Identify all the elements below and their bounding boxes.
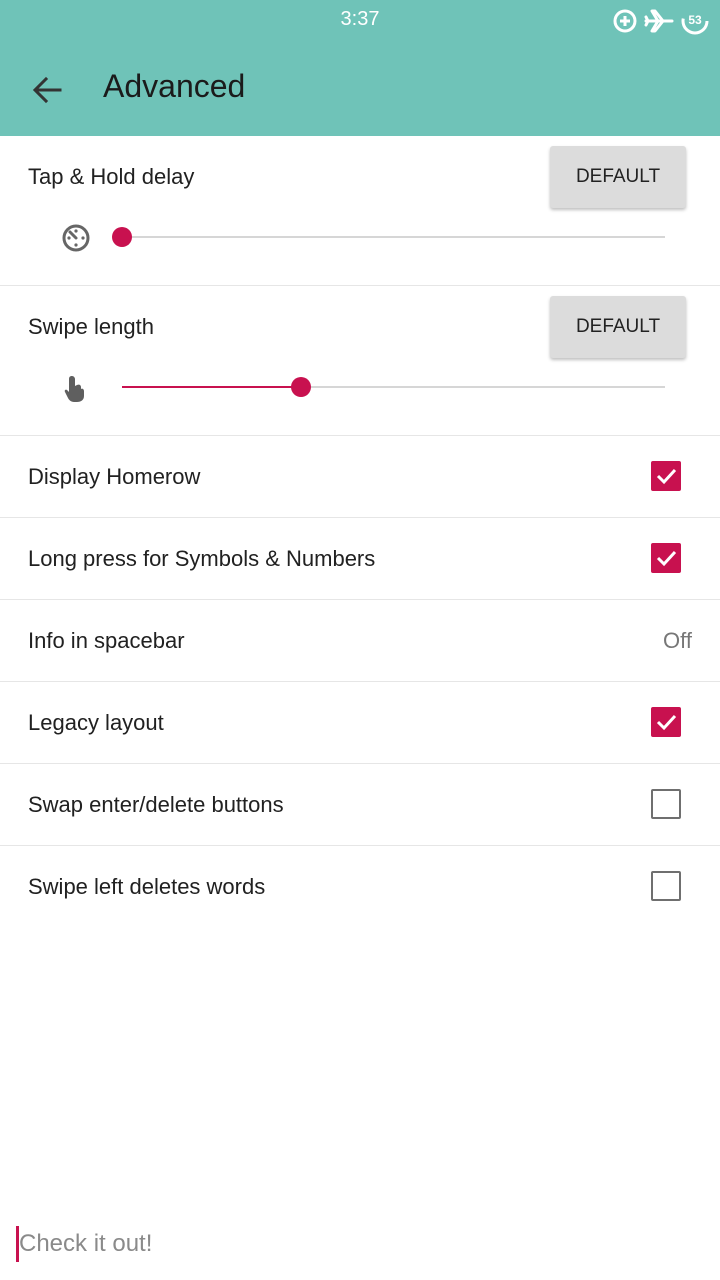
tap-hold-delay-label: Tap & Hold delay (28, 164, 195, 189)
swipe-length-row: Swipe length DEFAULT (0, 286, 720, 436)
swipe-length-label: Swipe length (28, 314, 154, 339)
tap-hold-delay-thumb[interactable] (112, 227, 132, 247)
swipe-left-deletes-label: Swipe left deletes words (28, 874, 266, 899)
info-in-spacebar-label: Info in spacebar (28, 628, 185, 653)
swipe-left-deletes-checkbox[interactable] (651, 871, 681, 901)
airplane-mode-icon (644, 8, 674, 34)
swap-enter-delete-row[interactable]: Swap enter/delete buttons (0, 764, 720, 846)
swap-enter-delete-checkbox[interactable] (651, 789, 681, 819)
status-icons: 53 (612, 6, 710, 36)
swipe-length-slider[interactable] (122, 377, 665, 397)
long-press-symbols-checkbox[interactable] (651, 543, 681, 573)
legacy-layout-label: Legacy layout (28, 710, 164, 735)
long-press-symbols-label: Long press for Symbols & Numbers (28, 546, 376, 571)
tap-hold-delay-slider[interactable] (112, 227, 665, 247)
check-icon (656, 468, 677, 485)
swap-enter-delete-label: Swap enter/delete buttons (28, 792, 284, 817)
display-homerow-row[interactable]: Display Homerow (0, 436, 720, 518)
arrow-back-icon (32, 76, 62, 104)
battery-icon: 53 (680, 6, 710, 36)
check-icon (656, 550, 677, 567)
tap-hold-delay-row: Tap & Hold delay DEFAULT (0, 136, 720, 286)
battery-level: 53 (688, 13, 702, 27)
info-in-spacebar-row[interactable]: Info in spacebar Off (0, 600, 720, 682)
back-button[interactable] (24, 66, 72, 114)
check-icon (656, 714, 677, 731)
swipe-length-fill (122, 386, 302, 388)
display-homerow-checkbox[interactable] (651, 461, 681, 491)
swipe-length-default-button[interactable]: DEFAULT (550, 296, 686, 358)
test-input-placeholder: Check it out! (19, 1230, 153, 1257)
data-saver-icon (612, 8, 638, 34)
legacy-layout-row[interactable]: Legacy layout (0, 682, 720, 764)
swipe-length-thumb[interactable] (291, 377, 312, 397)
tap-hold-default-button[interactable]: DEFAULT (550, 146, 686, 208)
app-bar: 3:37 53 Advanced (0, 0, 720, 136)
legacy-layout-checkbox[interactable] (651, 707, 681, 737)
timer-icon (60, 222, 92, 254)
swipe-left-deletes-row[interactable]: Swipe left deletes words (0, 846, 720, 927)
swipe-hand-icon (60, 372, 92, 404)
long-press-symbols-row[interactable]: Long press for Symbols & Numbers (0, 518, 720, 600)
page-title: Advanced (103, 68, 246, 104)
test-input-field[interactable]: Check it out! (16, 1226, 704, 1266)
info-in-spacebar-value: Off (663, 628, 692, 653)
display-homerow-label: Display Homerow (28, 464, 201, 489)
